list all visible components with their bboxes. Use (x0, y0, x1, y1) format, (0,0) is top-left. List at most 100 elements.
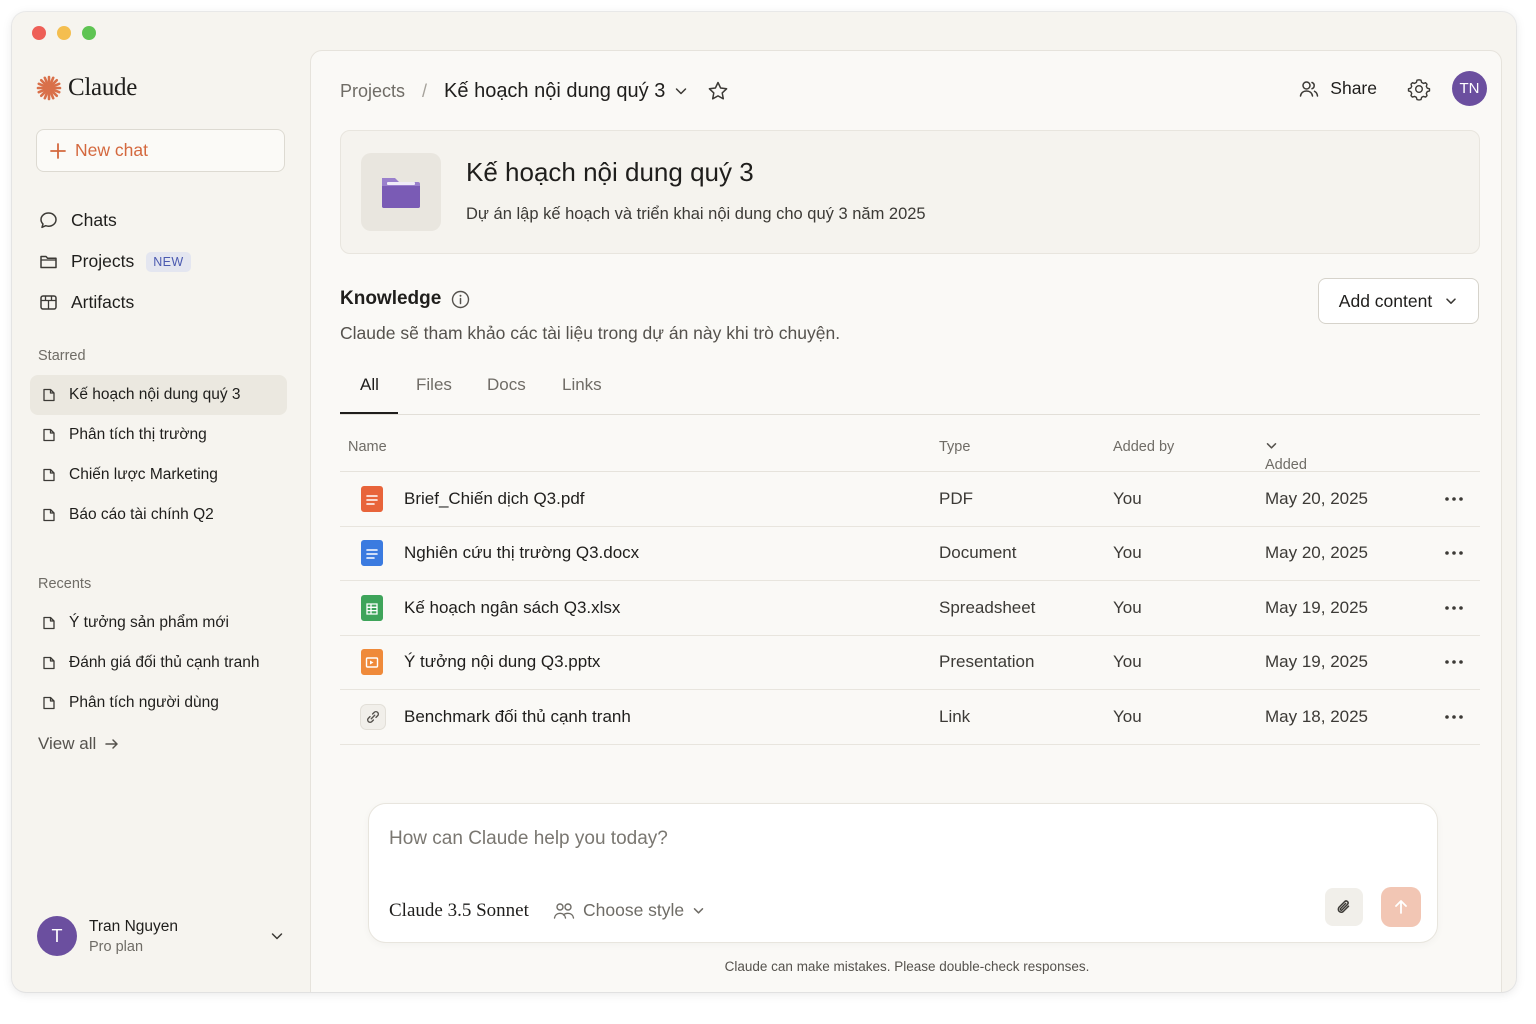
file-name: Brief_Chiến dịch Q3.pdf (404, 488, 585, 508)
table-row[interactable]: Kế hoạch ngân sách Q3.xlsx Spreadsheet Y… (340, 581, 1480, 636)
more-options-icon[interactable] (1444, 605, 1464, 611)
project-icon (43, 468, 55, 482)
tab-links[interactable]: Links (562, 375, 602, 395)
sidebar-item-artifacts[interactable]: Artifacts (38, 282, 191, 323)
chat-document-icon (43, 616, 55, 630)
recent-item-label: Ý tưởng sản phẩm mới (69, 614, 229, 631)
chat-composer: How can Claude help you today? Claude 3.… (368, 803, 1438, 943)
project-icon (43, 388, 55, 402)
add-content-button[interactable]: Add content (1318, 278, 1479, 324)
presentation-file-icon (361, 649, 383, 676)
send-button[interactable] (1381, 887, 1421, 927)
tab-all[interactable]: All (360, 375, 379, 395)
breadcrumb-separator: / (422, 80, 428, 101)
more-options-icon[interactable] (1444, 659, 1464, 665)
tab-files[interactable]: Files (416, 375, 452, 395)
file-added-by: You (1113, 488, 1142, 508)
recent-item[interactable]: Ý tưởng sản phẩm mới (30, 603, 287, 643)
chevron-down-icon (271, 933, 283, 940)
recents-heading: Recents (38, 576, 92, 592)
chat-document-icon (43, 656, 55, 670)
file-name: Benchmark đối thủ cạnh tranh (404, 706, 631, 726)
recent-item[interactable]: Phân tích người dùng (30, 683, 287, 723)
starred-item[interactable]: Phân tích thị trường (30, 415, 287, 455)
tab-docs[interactable]: Docs (487, 375, 526, 395)
sidebar-item-chats[interactable]: Chats (38, 200, 191, 241)
starred-item[interactable]: Kế hoạch nội dung quý 3 (30, 375, 287, 415)
column-header-added-sort[interactable]: Added (1265, 439, 1307, 473)
plus-icon (50, 142, 66, 159)
project-description: Dự án lập kế hoạch và triển khai nội dun… (466, 205, 926, 223)
starred-heading: Starred (38, 348, 86, 364)
file-added-date: May 19, 2025 (1265, 652, 1369, 672)
column-header-added-by: Added by (1113, 439, 1175, 455)
file-added-by: You (1113, 597, 1142, 617)
file-type: Link (939, 706, 971, 726)
table-row[interactable]: Nghiên cứu thị trường Q3.docx Document Y… (340, 527, 1480, 581)
starred-list: Kế hoạch nội dung quý 3 Phân tích thị tr… (30, 375, 287, 535)
app-window: Claude New chat Chats Projects NEW Artif… (12, 12, 1516, 992)
message-input[interactable]: How can Claude help you today? (389, 828, 668, 850)
breadcrumb-projects[interactable]: Projects (340, 81, 405, 102)
recent-item[interactable]: Đánh giá đối thủ cạnh tranh (30, 643, 287, 683)
link-icon (360, 703, 386, 730)
user-plan: Pro plan (89, 938, 144, 955)
project-info-card: Kế hoạch nội dung quý 3 Dự án lập kế hoạ… (340, 130, 1480, 254)
file-added-date: May 19, 2025 (1265, 597, 1369, 617)
new-chat-label: New chat (75, 140, 148, 160)
account-avatar[interactable]: TN (1452, 71, 1487, 106)
top-bar: Projects / Kế hoạch nội dung quý 3 Share… (340, 71, 1487, 107)
file-added-date: May 18, 2025 (1265, 706, 1369, 726)
new-chat-button[interactable]: New chat (36, 129, 285, 172)
sidebar-item-label: Projects (71, 251, 135, 271)
knowledge-tabs: All Files Docs Links (340, 365, 1480, 415)
file-added-date: May 20, 2025 (1265, 543, 1369, 563)
gear-icon[interactable] (1407, 77, 1431, 101)
more-options-icon[interactable] (1444, 714, 1464, 720)
project-folder-thumbnail (361, 153, 441, 231)
table-row[interactable]: Brief_Chiến dịch Q3.pdf PDF You May 20, … (340, 472, 1480, 527)
starred-item[interactable]: Báo cáo tài chính Q2 (30, 495, 287, 535)
active-tab-indicator (340, 412, 398, 414)
project-title: Kế hoạch nội dung quý 3 (466, 157, 754, 187)
star-icon[interactable] (707, 80, 729, 102)
folder-icon (40, 255, 57, 269)
chat-document-icon (43, 696, 55, 710)
user-menu[interactable]: T Tran Nguyen Pro plan (37, 914, 285, 958)
breadcrumb-current-project[interactable]: Kế hoạch nội dung quý 3 (444, 80, 665, 103)
info-icon[interactable] (451, 290, 470, 309)
file-added-by: You (1113, 706, 1142, 726)
brand-logo[interactable]: Claude (36, 74, 137, 102)
table-header: Name Type Added by Added (340, 421, 1480, 473)
file-added-by: You (1113, 543, 1142, 563)
table-row[interactable]: Benchmark đối thủ cạnh tranh Link You Ma… (340, 690, 1480, 745)
model-selector[interactable]: Claude 3.5 Sonnet (389, 900, 529, 922)
file-type: Document (939, 543, 1017, 563)
attach-button[interactable] (1325, 888, 1363, 926)
view-all-link[interactable]: View all (38, 734, 120, 754)
file-added-by: You (1113, 652, 1142, 672)
more-options-icon[interactable] (1444, 496, 1464, 502)
recents-list: Ý tưởng sản phẩm mới Đánh giá đối thủ cạ… (30, 603, 287, 723)
users-icon (1300, 80, 1319, 97)
folder-icon (382, 178, 420, 208)
file-name: Kế hoạch ngân sách Q3.xlsx (404, 597, 621, 617)
document-file-icon (361, 540, 383, 567)
sidebar-item-projects[interactable]: Projects NEW (38, 241, 191, 282)
table-row[interactable]: Ý tưởng nội dung Q3.pptx Presentation Yo… (340, 636, 1480, 690)
style-selector[interactable]: Choose style (553, 900, 705, 921)
starred-item[interactable]: Chiến lược Marketing (30, 455, 287, 495)
chat-bubble-icon (40, 212, 57, 229)
sidebar-nav: Chats Projects NEW Artifacts (38, 200, 191, 323)
starred-item-label: Phân tích thị trường (69, 426, 207, 443)
project-icon (43, 508, 55, 522)
chevron-down-icon[interactable] (673, 83, 689, 99)
sidebar-item-label: Artifacts (71, 292, 135, 312)
sidebar-item-label: Chats (71, 210, 117, 230)
share-button[interactable]: Share (1298, 78, 1377, 100)
column-header-added: Added (1265, 457, 1307, 473)
style-users-icon (553, 902, 575, 919)
file-name: Nghiên cứu thị trường Q3.docx (404, 543, 640, 563)
view-all-label: View all (38, 734, 97, 753)
more-options-icon[interactable] (1444, 550, 1464, 556)
